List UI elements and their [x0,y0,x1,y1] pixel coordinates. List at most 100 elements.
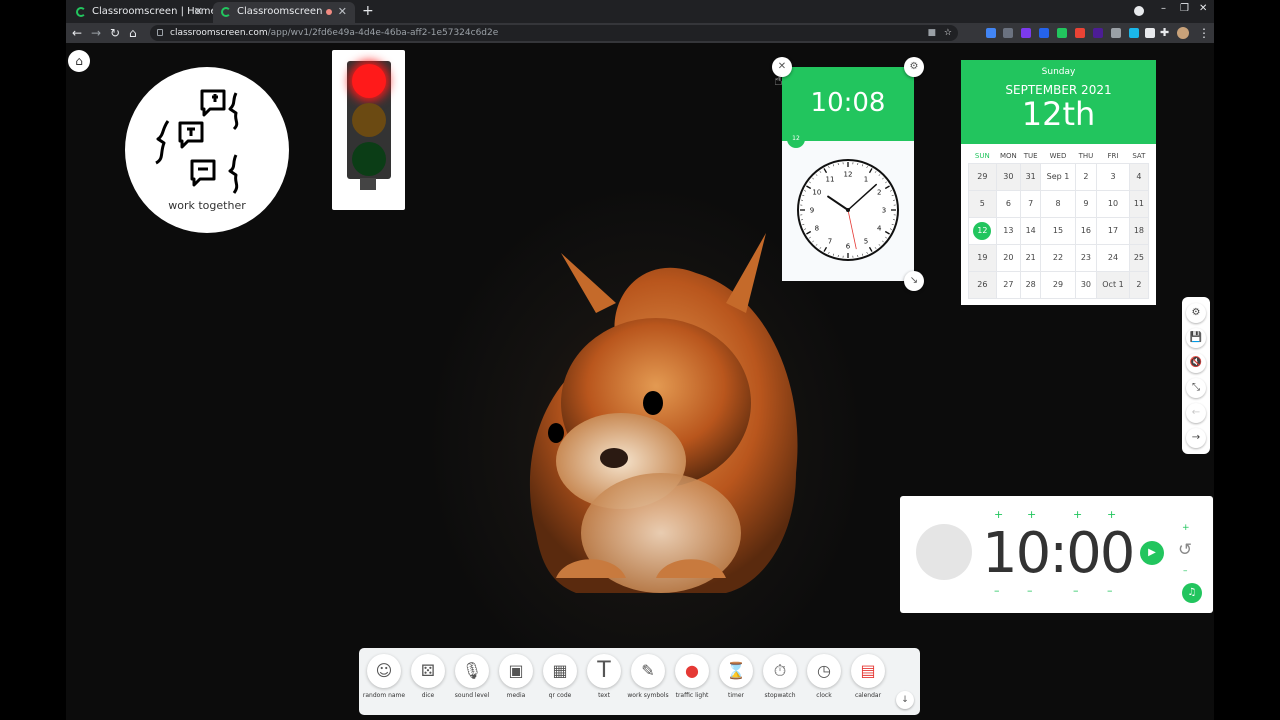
settings-gear-icon[interactable]: ⚙ [1186,303,1206,323]
mute-icon[interactable]: 🔇 [1186,353,1206,373]
gear-icon[interactable]: ⚙ [904,57,924,77]
back-button[interactable]: ← [72,25,82,41]
work-symbols-widget[interactable]: work together [125,67,289,233]
calendar-date-cell[interactable]: 19 [968,243,997,272]
dock-item-sound-level[interactable]: 🎙 sound level [450,654,494,712]
profile-dot-icon[interactable] [1134,6,1144,16]
minutes-ones-decrease[interactable]: – [1027,584,1033,597]
dock-item-stopwatch[interactable]: ⏱ stopwatch [758,654,802,712]
dock-item-dice[interactable]: ⚄ dice [406,654,450,712]
calendar-date-cell[interactable]: 26 [968,270,997,299]
timer-widget[interactable]: + + + + 10:00 – – – – ▶ + ↺ – ♫ [900,496,1213,613]
calendar-date-cell[interactable]: 18 [1128,216,1150,245]
calendar-date-cell[interactable]: Sep 1 [1040,162,1076,191]
tab-classroomscreen-home[interactable]: Classroomscreen | Home ✕ [68,2,217,23]
clock-widget[interactable]: 10:08 12 12 1 2 3 4 5 6 7 8 9 10 11 [782,67,914,281]
extension-icon[interactable] [1093,28,1103,38]
home-button[interactable]: ⌂ [129,25,137,41]
calendar-widget[interactable]: Sunday SEPTEMBER 2021 12th SUN MON TUE WED T… [961,60,1156,305]
restore-button[interactable]: ❐ [1180,3,1189,14]
calendar-date-cell[interactable]: 9 [1074,189,1098,218]
camera-icon[interactable]: ■ [927,25,936,41]
minutes-tens-decrease[interactable]: – [994,584,1000,597]
play-button[interactable]: ▶ [1140,541,1164,565]
extension-icon[interactable] [1021,28,1031,38]
extension-icon[interactable] [1039,28,1049,38]
calendar-date-cell[interactable]: 30 [995,162,1022,191]
volume-increase[interactable]: + [1182,523,1190,533]
dock-collapse-icon[interactable]: ↓ [896,691,914,709]
calendar-date-cell[interactable]: 14 [1020,216,1042,245]
calendar-date-cell[interactable]: 29 [1040,270,1076,299]
extensions-puzzle-icon[interactable]: ✚ [1160,25,1169,41]
tab-close-icon[interactable]: ✕ [338,2,347,21]
collapse-icon[interactable]: ⤡ [1186,378,1206,398]
tab-classroomscreen[interactable]: Classroomscreen ✕ [213,2,355,23]
redo-arrow-icon[interactable]: → [1186,428,1206,448]
extension-icon[interactable] [1111,28,1121,38]
dock-item-clock[interactable]: ◷ clock [802,654,846,712]
extension-icon[interactable] [1057,28,1067,38]
red-light[interactable] [352,64,386,98]
dock-item-calendar[interactable]: ▤ calendar [846,654,890,712]
calendar-date-cell[interactable]: 8 [1040,189,1076,218]
calendar-date-cell[interactable]: 5 [968,189,997,218]
calendar-date-cell[interactable]: Oct 1 [1096,270,1130,299]
calendar-date-cell[interactable]: 2 [1128,270,1150,299]
calendar-date-cell[interactable]: 7 [1020,189,1042,218]
calendar-date-cell[interactable]: 12 [968,216,997,245]
seconds-ones-decrease[interactable]: – [1107,584,1113,597]
menu-kebab-icon[interactable]: ⋮ [1198,25,1210,41]
calendar-date-cell[interactable]: 22 [1040,243,1076,272]
green-light[interactable] [352,142,386,176]
calendar-date-cell[interactable]: 10 [1096,189,1130,218]
traffic-light-widget[interactable] [332,50,405,210]
extension-icon[interactable] [1003,28,1013,38]
clock-format-badge[interactable]: 12 [787,130,805,148]
dock-item-media[interactable]: ▣ media [494,654,538,712]
calendar-date-cell[interactable]: 2 [1074,162,1098,191]
extension-icon[interactable] [986,28,996,38]
avatar[interactable] [1177,27,1189,39]
reload-button[interactable]: ↻ [110,25,120,41]
calendar-date-cell[interactable]: 6 [995,189,1022,218]
new-tab-button[interactable]: + [362,2,374,20]
calendar-date-cell[interactable]: 13 [995,216,1022,245]
extension-icon[interactable] [1145,28,1155,38]
resize-handle-icon[interactable]: ↘ [904,271,924,291]
volume-decrease[interactable]: – [1183,566,1188,576]
calendar-date-cell[interactable]: 25 [1128,243,1150,272]
reset-icon[interactable]: ↺ [1178,540,1192,560]
amber-light[interactable] [352,103,386,137]
calendar-date-cell[interactable]: 16 [1074,216,1098,245]
calendar-date-cell[interactable]: 4 [1128,162,1150,191]
window-close-button[interactable]: ✕ [1199,3,1207,14]
undo-arrow-icon[interactable]: ← [1186,403,1206,423]
tab-close-icon[interactable]: ✕ [194,2,203,21]
dock-item-text[interactable]: Ttext [582,654,626,712]
music-icon[interactable]: ♫ [1182,583,1202,603]
calendar-date-cell[interactable]: 28 [1020,270,1042,299]
dock-item-traffic-light[interactable]: ● traffic light [670,654,714,712]
calendar-date-cell[interactable]: 23 [1074,243,1098,272]
extension-icon[interactable] [1075,28,1085,38]
calendar-date-cell[interactable]: 21 [1020,243,1042,272]
calendar-date-cell[interactable]: 3 [1096,162,1130,191]
calendar-date-cell[interactable]: 11 [1128,189,1150,218]
dock-item-timer[interactable]: ⌛ timer [714,654,758,712]
calendar-date-cell[interactable]: 15 [1040,216,1076,245]
calendar-date-cell[interactable]: 31 [1020,162,1042,191]
calendar-date-cell[interactable]: 24 [1096,243,1130,272]
calendar-date-cell[interactable]: 27 [995,270,1022,299]
dock-item-random-name[interactable]: ☺ random name [362,654,406,712]
calendar-date-cell[interactable]: 30 [1074,270,1098,299]
extension-icon[interactable] [1129,28,1139,38]
dock-item-qr-code[interactable]: ▦ qr code [538,654,582,712]
bookmark-star-icon[interactable]: ☆ [944,25,952,41]
seconds-tens-decrease[interactable]: – [1073,584,1079,597]
forward-button[interactable]: → [91,25,101,41]
minimize-button[interactable]: – [1161,3,1166,14]
address-bar[interactable]: classroomscreen.com/app/wv1/2fd6e49a-4d4… [150,25,958,41]
save-icon[interactable]: 💾 [1186,328,1206,348]
calendar-date-cell[interactable]: 20 [995,243,1022,272]
